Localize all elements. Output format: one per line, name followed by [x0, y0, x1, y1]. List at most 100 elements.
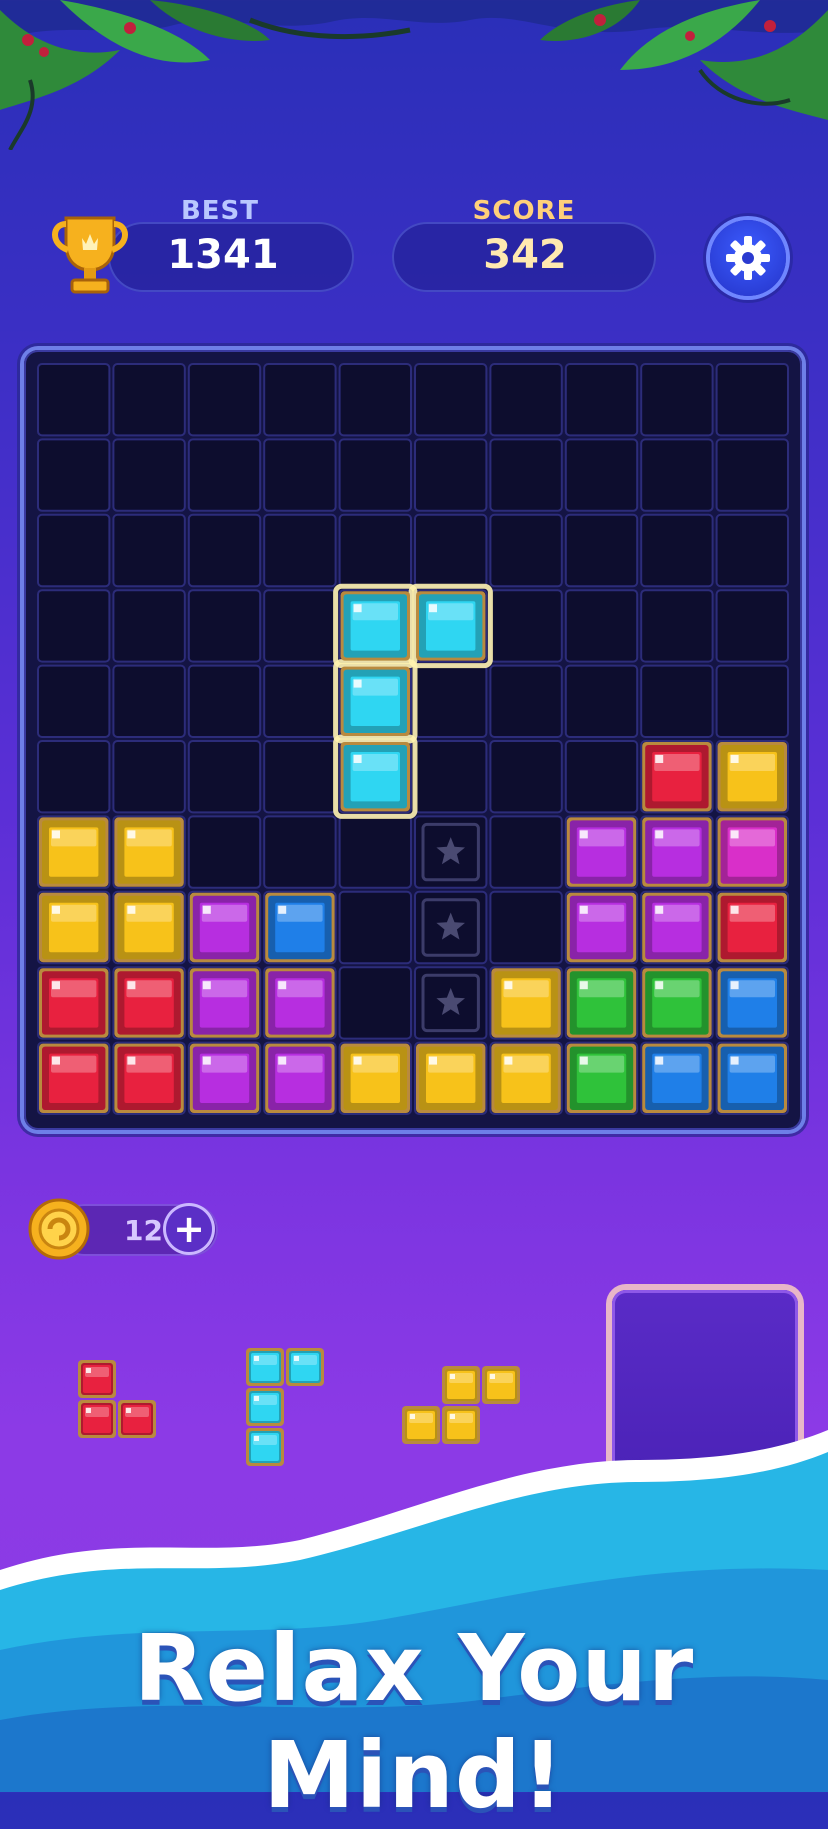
board-grid[interactable] [24, 350, 802, 1130]
board-cell[interactable] [640, 438, 714, 512]
board-cell[interactable] [715, 664, 789, 739]
board-cell[interactable] [489, 740, 563, 814]
settings-button[interactable] [710, 220, 786, 296]
board-cell[interactable] [715, 513, 789, 588]
board-cell[interactable] [187, 815, 262, 889]
board-cell[interactable] [489, 363, 563, 437]
board-cell[interactable] [112, 589, 186, 663]
gem-block [265, 1043, 335, 1113]
board-cell[interactable] [338, 438, 413, 512]
board-cell[interactable] [414, 363, 488, 437]
board-cell[interactable] [263, 589, 337, 663]
gem-block [340, 1043, 410, 1113]
board-cell[interactable] [489, 664, 563, 739]
board-cell[interactable] [640, 589, 714, 663]
gem-block [642, 968, 712, 1038]
board-cell[interactable] [564, 438, 639, 512]
coin-counter: 12 + [28, 1198, 218, 1260]
board-cell[interactable] [112, 513, 186, 588]
gem-block [566, 817, 637, 887]
board-cell[interactable] [489, 438, 563, 512]
tagline: Relax Your Mind! [133, 1615, 695, 1829]
board-cell[interactable] [187, 363, 262, 437]
board-cell[interactable] [37, 664, 111, 739]
highlight-gem-block [340, 591, 410, 661]
board-cell[interactable] [263, 815, 337, 889]
piece-block [246, 1348, 284, 1386]
board-cell[interactable] [489, 589, 563, 663]
gem-block [265, 968, 335, 1038]
gem-block [39, 817, 109, 887]
board-cell[interactable] [489, 513, 563, 588]
board-cell[interactable] [414, 740, 488, 814]
board-cell[interactable] [715, 589, 789, 663]
board-cell[interactable] [37, 589, 111, 663]
board-cell[interactable] [715, 363, 789, 437]
coin-count: 12 [124, 1214, 163, 1247]
score-hud: BEST 1341 SCORE 342 [0, 190, 828, 310]
gem-block [566, 968, 637, 1038]
board-cell[interactable] [489, 890, 563, 965]
add-coins-button[interactable]: + [166, 1206, 212, 1252]
board-cell[interactable] [187, 513, 262, 588]
board-cell[interactable] [263, 740, 337, 814]
gem-block [717, 1043, 787, 1113]
gem-block [39, 892, 109, 963]
score-label: SCORE [472, 196, 576, 226]
board-cell[interactable] [187, 438, 262, 512]
board-cell[interactable] [37, 363, 111, 437]
gem-block [717, 968, 787, 1038]
gear-icon [726, 236, 770, 280]
board-cell[interactable] [263, 363, 337, 437]
piece-block [286, 1348, 324, 1386]
board-cell[interactable] [37, 740, 111, 814]
board-cell[interactable] [564, 664, 639, 739]
jungle-leaves-decoration [0, 0, 828, 150]
coin-icon [28, 1198, 90, 1260]
board-cell[interactable] [112, 740, 186, 814]
board-cell[interactable] [338, 966, 413, 1040]
board-cell[interactable] [187, 664, 262, 739]
board-cell[interactable] [338, 513, 413, 588]
board-cell[interactable] [112, 664, 186, 739]
gem-block [566, 892, 637, 963]
gem-block [189, 968, 260, 1038]
trophy-icon [52, 216, 128, 294]
board-cell[interactable] [263, 513, 337, 588]
board-cell[interactable] [263, 438, 337, 512]
board-cell[interactable] [187, 740, 262, 814]
gem-block [566, 1043, 637, 1113]
gem-block [491, 1043, 561, 1113]
game-board[interactable] [24, 350, 802, 1130]
board-cell[interactable] [263, 664, 337, 739]
board-cell[interactable] [338, 815, 413, 889]
gem-block [265, 892, 335, 963]
board-cell[interactable] [37, 438, 111, 512]
gem-block [39, 1043, 109, 1113]
board-cell[interactable] [112, 438, 186, 512]
board-cell[interactable] [338, 890, 413, 965]
gem-block [114, 892, 184, 963]
board-cell[interactable] [564, 740, 639, 814]
board-cell[interactable] [715, 438, 789, 512]
gem-block [642, 742, 712, 812]
highlight-gem-block [340, 742, 410, 812]
gem-block [114, 1043, 184, 1113]
piece-block [442, 1366, 480, 1404]
board-cell[interactable] [338, 363, 413, 437]
board-cell[interactable] [187, 589, 262, 663]
board-cell[interactable] [414, 513, 488, 588]
board-cell[interactable] [640, 513, 714, 588]
board-cell[interactable] [112, 363, 186, 437]
board-cell[interactable] [640, 664, 714, 739]
board-cell[interactable] [564, 589, 639, 663]
board-cell[interactable] [414, 438, 488, 512]
board-cell[interactable] [640, 363, 714, 437]
board-cell[interactable] [414, 664, 488, 739]
gem-block [642, 817, 712, 887]
board-cell[interactable] [564, 363, 639, 437]
piece-block [78, 1360, 116, 1398]
board-cell[interactable] [37, 513, 111, 588]
board-cell[interactable] [489, 815, 563, 889]
board-cell[interactable] [564, 513, 639, 588]
